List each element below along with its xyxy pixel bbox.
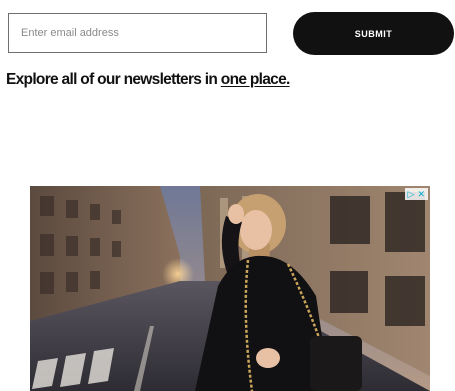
explore-newsletters-text: Explore all of our newsletters in one pl… — [6, 71, 290, 89]
advertisement-image[interactable]: ▷ ✕ — [30, 186, 430, 391]
close-icon[interactable]: ✕ — [417, 189, 425, 199]
email-input[interactable] — [8, 13, 267, 53]
explore-text: Explore all of our newsletters in — [6, 71, 221, 88]
one-place-link[interactable]: one place. — [221, 71, 291, 88]
ad-choices-badge[interactable]: ▷ ✕ — [404, 188, 428, 200]
adchoices-icon[interactable]: ▷ — [408, 189, 415, 199]
ad-photo — [30, 186, 430, 391]
submit-button[interactable]: SUBMIT — [293, 12, 454, 55]
